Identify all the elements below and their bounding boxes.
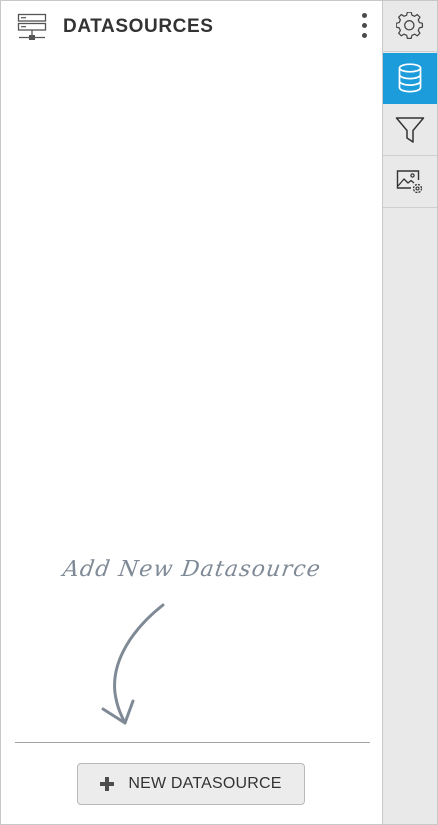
datasources-button[interactable] [383, 53, 437, 104]
kebab-dot [362, 33, 367, 38]
datasources-app: DATASOURCES Add New Datasource NEW DATAS… [0, 0, 438, 825]
more-options-button[interactable] [355, 11, 375, 41]
plus-icon [100, 777, 115, 791]
new-datasource-label: NEW DATASOURCE [128, 775, 282, 792]
kebab-menu-icon [362, 13, 367, 18]
curved-arrow-icon [101, 603, 165, 725]
filter-button[interactable] [383, 105, 437, 156]
server-icon [17, 13, 47, 40]
panel-divider [15, 742, 370, 743]
right-toolbar [382, 1, 437, 824]
page-title: DATASOURCES [63, 16, 214, 37]
add-datasource-hint: Add New Datasource [61, 557, 323, 582]
new-datasource-button[interactable]: NEW DATASOURCE [77, 763, 305, 805]
database-icon [398, 63, 422, 93]
datasources-panel: DATASOURCES Add New Datasource NEW DATAS… [1, 1, 382, 824]
kebab-dot [362, 23, 367, 28]
image-settings-icon [396, 170, 423, 194]
settings-gear-icon [396, 12, 424, 39]
panel-header: DATASOURCES [1, 1, 382, 53]
filter-icon [395, 117, 425, 143]
image-settings-button[interactable] [383, 157, 437, 208]
settings-button[interactable] [383, 1, 437, 52]
